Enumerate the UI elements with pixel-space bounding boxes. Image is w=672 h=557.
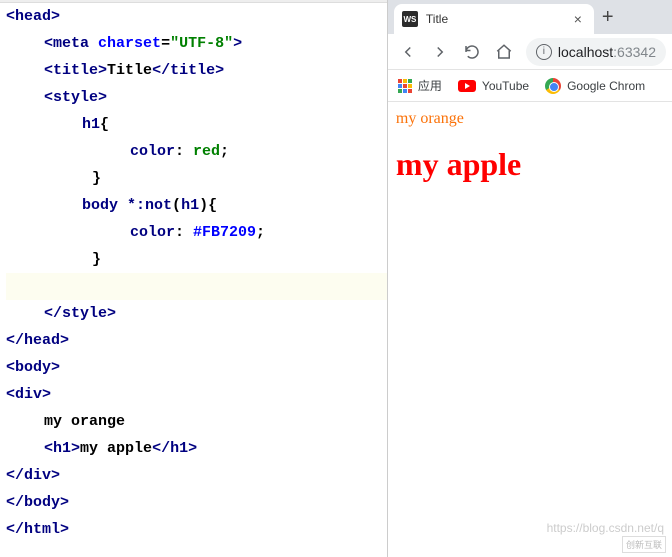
browser-window: WS Title × + i localhost:63342 应用	[387, 0, 672, 557]
home-icon	[495, 43, 513, 61]
url-text: localhost:63342	[558, 44, 656, 60]
rule2-val: #FB7209	[193, 224, 256, 241]
chrome-icon	[545, 78, 561, 94]
h1-close: h1	[170, 440, 188, 457]
div-close: div	[24, 467, 51, 484]
rule2-not: :not	[136, 197, 172, 214]
reload-icon	[463, 43, 481, 61]
arrow-left-icon	[399, 43, 417, 61]
rule1-prop: color	[130, 143, 175, 160]
watermark-url: https://blog.csdn.net/q	[547, 521, 664, 535]
tab-title: Title	[426, 12, 570, 26]
head-open-tag: head	[15, 8, 51, 25]
head-close: head	[24, 332, 60, 349]
favicon: WS	[402, 11, 418, 27]
meta-tag: meta	[53, 35, 89, 52]
rule2-prop: color	[130, 224, 175, 241]
active-line[interactable]	[6, 273, 387, 300]
back-button[interactable]	[394, 38, 422, 66]
rule2-body: body	[82, 197, 127, 214]
html-close: html	[24, 521, 60, 538]
code-area[interactable]: <head> <meta charset="UTF-8"> <title>Tit…	[0, 3, 387, 543]
rule1-val: red	[193, 143, 220, 160]
apps-label: 应用	[418, 77, 442, 94]
style-open: style	[53, 89, 98, 106]
page-viewport: my orange my apple https://blog.csdn.net…	[388, 102, 672, 557]
close-icon[interactable]: ×	[570, 11, 586, 27]
body-close: body	[24, 494, 60, 511]
watermark-logo: 创新互联	[622, 536, 666, 553]
browser-tab[interactable]: WS Title ×	[394, 4, 594, 34]
code-text-orange: my orange	[44, 413, 125, 430]
bookmark-bar: 应用 YouTube Google Chrom	[388, 70, 672, 102]
rendered-orange-text: my orange	[396, 110, 664, 128]
style-close: style	[62, 305, 107, 322]
new-tab-button[interactable]: +	[594, 6, 622, 29]
reload-button[interactable]	[458, 38, 486, 66]
arrow-right-icon	[431, 43, 449, 61]
h1-open: h1	[53, 440, 71, 457]
rule2-arg: h1	[181, 197, 199, 214]
forward-button[interactable]	[426, 38, 454, 66]
url-field[interactable]: i localhost:63342	[526, 38, 666, 66]
body-open: body	[15, 359, 51, 376]
home-button[interactable]	[490, 38, 518, 66]
rule2-star: *	[127, 197, 136, 214]
bookmark-chrome[interactable]: Google Chrom	[545, 78, 645, 94]
address-bar: i localhost:63342	[388, 34, 672, 70]
meta-attr: charset	[98, 35, 161, 52]
meta-val: UTF-8	[179, 35, 224, 52]
youtube-label: YouTube	[482, 79, 529, 93]
apps-icon	[398, 79, 412, 93]
code-editor[interactable]: <head> <meta charset="UTF-8"> <title>Tit…	[0, 0, 387, 557]
rendered-apple-heading: my apple	[396, 146, 664, 183]
title-text: Title	[107, 62, 152, 79]
code-text-apple: my apple	[80, 440, 152, 457]
tab-strip: WS Title × +	[388, 0, 672, 34]
chrome-label: Google Chrom	[567, 79, 645, 93]
youtube-icon	[458, 80, 476, 92]
site-info-icon[interactable]: i	[536, 44, 552, 60]
bookmark-youtube[interactable]: YouTube	[458, 79, 529, 93]
apps-button[interactable]: 应用	[398, 77, 442, 94]
rule1-sel: h1	[82, 116, 100, 133]
title-close: title	[170, 62, 215, 79]
div-open: div	[15, 386, 42, 403]
title-open: title	[53, 62, 98, 79]
